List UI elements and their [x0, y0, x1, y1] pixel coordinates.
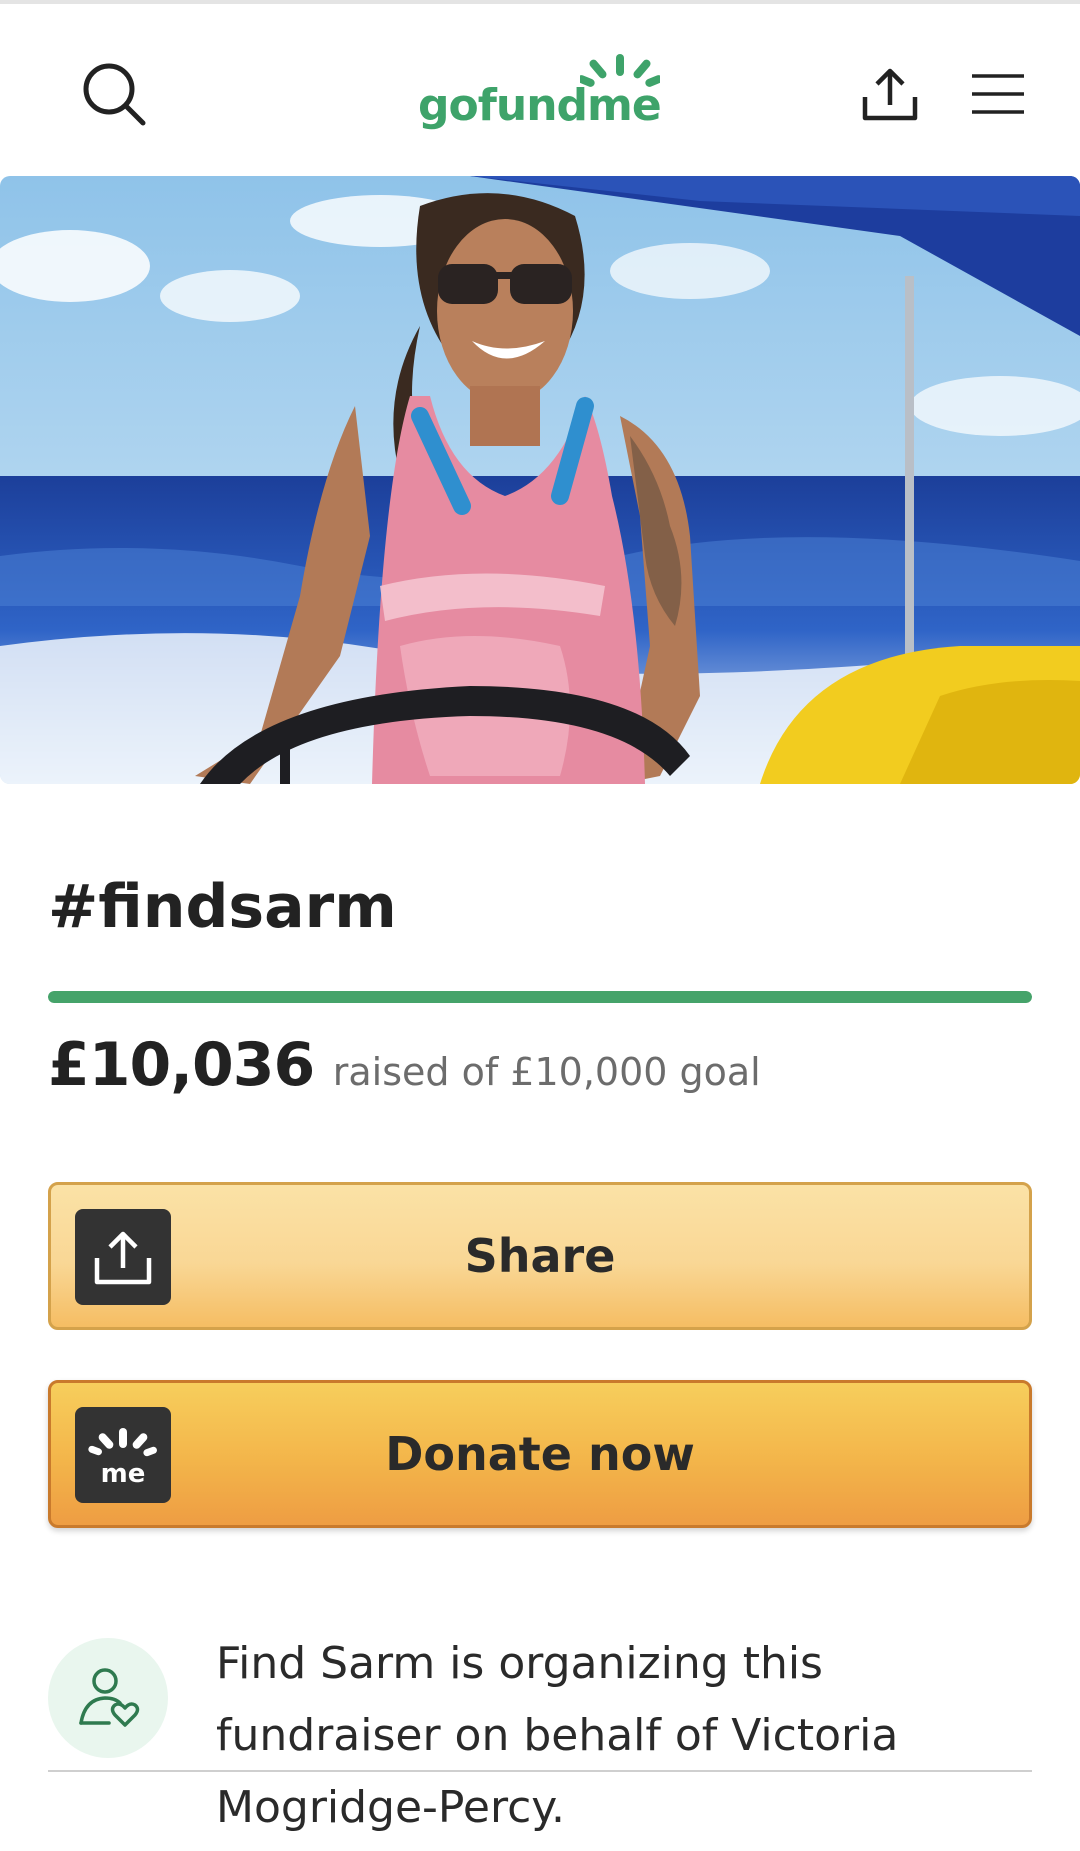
organizer-description: Find Sarm is organizing this fundraiser …: [216, 1638, 899, 1833]
raised-amount: £10,036: [48, 1030, 315, 1100]
woman-sailing-photo: [0, 176, 1080, 784]
share-icon: [862, 68, 918, 121]
campaign-hero-image[interactable]: [0, 176, 1080, 784]
progress-bar-fill: [48, 991, 1032, 1003]
organizer-heart-icon: [79, 1668, 140, 1727]
share-button-label: Share: [464, 1229, 616, 1283]
site-header: gofundme: [0, 4, 1080, 176]
campaign-title: #findsarm: [48, 872, 397, 942]
search-button[interactable]: [76, 56, 152, 132]
hamburger-menu-icon: [972, 74, 1024, 114]
amount-row: £10,036 raised of £10,000 goal: [48, 1030, 761, 1100]
organizer-avatar: [48, 1638, 168, 1758]
donate-button-label: Donate now: [385, 1427, 695, 1481]
section-divider: [48, 1770, 1032, 1772]
header-share-button[interactable]: [852, 56, 928, 132]
progress-bar: [48, 991, 1032, 1003]
menu-button[interactable]: [966, 56, 1030, 132]
share-button[interactable]: Share: [48, 1182, 1032, 1330]
logo-wordmark: gofundme: [418, 80, 662, 131]
donate-now-button[interactable]: me Donate now: [48, 1380, 1032, 1528]
gofundme-logo[interactable]: gofundme: [418, 52, 662, 134]
goal-text: raised of £10,000 goal: [332, 1050, 761, 1094]
search-icon: [83, 63, 146, 126]
